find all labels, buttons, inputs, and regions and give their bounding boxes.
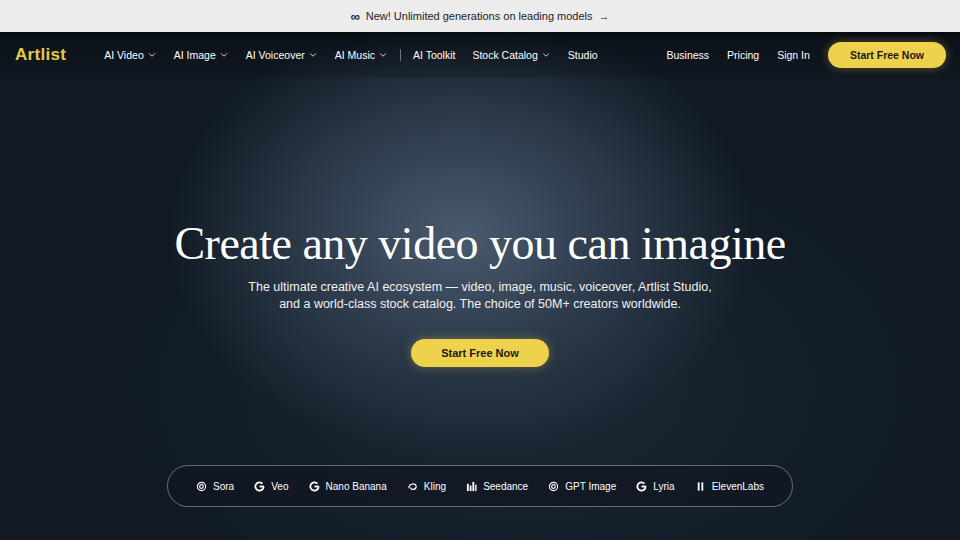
google-icon [636, 481, 647, 492]
nav-item[interactable]: AI Video [104, 49, 157, 61]
kling-icon [407, 481, 418, 492]
page: ∞ New! Unlimited generations on leading m… [0, 0, 960, 540]
elevenlabs-icon [695, 481, 706, 492]
model-item[interactable]: Nano Banana [309, 481, 387, 492]
model-item[interactable]: ElevenLabs [695, 481, 764, 492]
google-icon [254, 481, 265, 492]
model-item[interactable]: GPT Image [548, 481, 616, 492]
nav-item[interactable]: Stock Catalog [472, 49, 550, 61]
banner-text: New! Unlimited generations on leading mo… [366, 10, 593, 22]
nav-item[interactable]: Studio [568, 49, 598, 61]
hero-subtitle: The ultimate creative AI ecosystem — vid… [248, 279, 711, 313]
hero: Artlist AI Video AI Image AI Voiceover AI Mu… [0, 32, 960, 540]
hero-title: Create any video you can imagine [174, 218, 785, 270]
arrow-icon: → [599, 10, 610, 22]
nav-item[interactable]: AI Music [335, 49, 388, 61]
hero-content: Create any video you can imagine The ulti… [0, 78, 960, 367]
chevron-down-icon [219, 50, 229, 60]
openai-icon [548, 481, 559, 492]
model-item[interactable]: Kling [407, 481, 446, 492]
nav-link[interactable]: Business [666, 49, 709, 61]
hero-cta-row: Start Free Now [411, 339, 549, 367]
model-item[interactable]: Lyria [636, 481, 674, 492]
nav-link[interactable]: Sign In [777, 49, 810, 61]
announcement-banner[interactable]: ∞ New! Unlimited generations on leading m… [0, 0, 960, 32]
nav-right: Business Pricing Sign In Start Free Now [666, 42, 946, 68]
nav-item[interactable]: AI Image [174, 49, 229, 61]
navbar: Artlist AI Video AI Image AI Voiceover AI Mu… [0, 32, 960, 78]
logo[interactable]: Artlist [15, 45, 66, 65]
chevron-down-icon [147, 50, 157, 60]
nav-group: AI Video AI Image AI Voiceover AI Music [104, 49, 388, 61]
nav-link[interactable]: Pricing [727, 49, 759, 61]
nav-item[interactable]: AI Toolkit [413, 49, 455, 61]
chevron-down-icon [541, 50, 551, 60]
model-strip: Sora Veo Nano Banana Kling Seedance GPT Image… [167, 465, 793, 507]
nav-divider [400, 49, 401, 61]
start-free-button[interactable]: Start Free Now [828, 42, 946, 68]
model-item[interactable]: Seedance [466, 481, 528, 492]
chevron-down-icon [378, 50, 388, 60]
infinity-icon: ∞ [350, 9, 359, 24]
model-item[interactable]: Sora [196, 481, 234, 492]
subtitle-line: and a world-class stock catalog. The cho… [279, 296, 681, 313]
nav-group: AI Toolkit Stock Catalog Studio [413, 49, 598, 61]
openai-icon [196, 481, 207, 492]
hero-start-button[interactable]: Start Free Now [411, 339, 549, 367]
nav-item[interactable]: AI Voiceover [246, 49, 318, 61]
model-item[interactable]: Veo [254, 481, 288, 492]
subtitle-line: The ultimate creative AI ecosystem — vid… [248, 279, 711, 296]
bytedance-icon [466, 481, 477, 492]
google-icon [309, 481, 320, 492]
chevron-down-icon [308, 50, 318, 60]
